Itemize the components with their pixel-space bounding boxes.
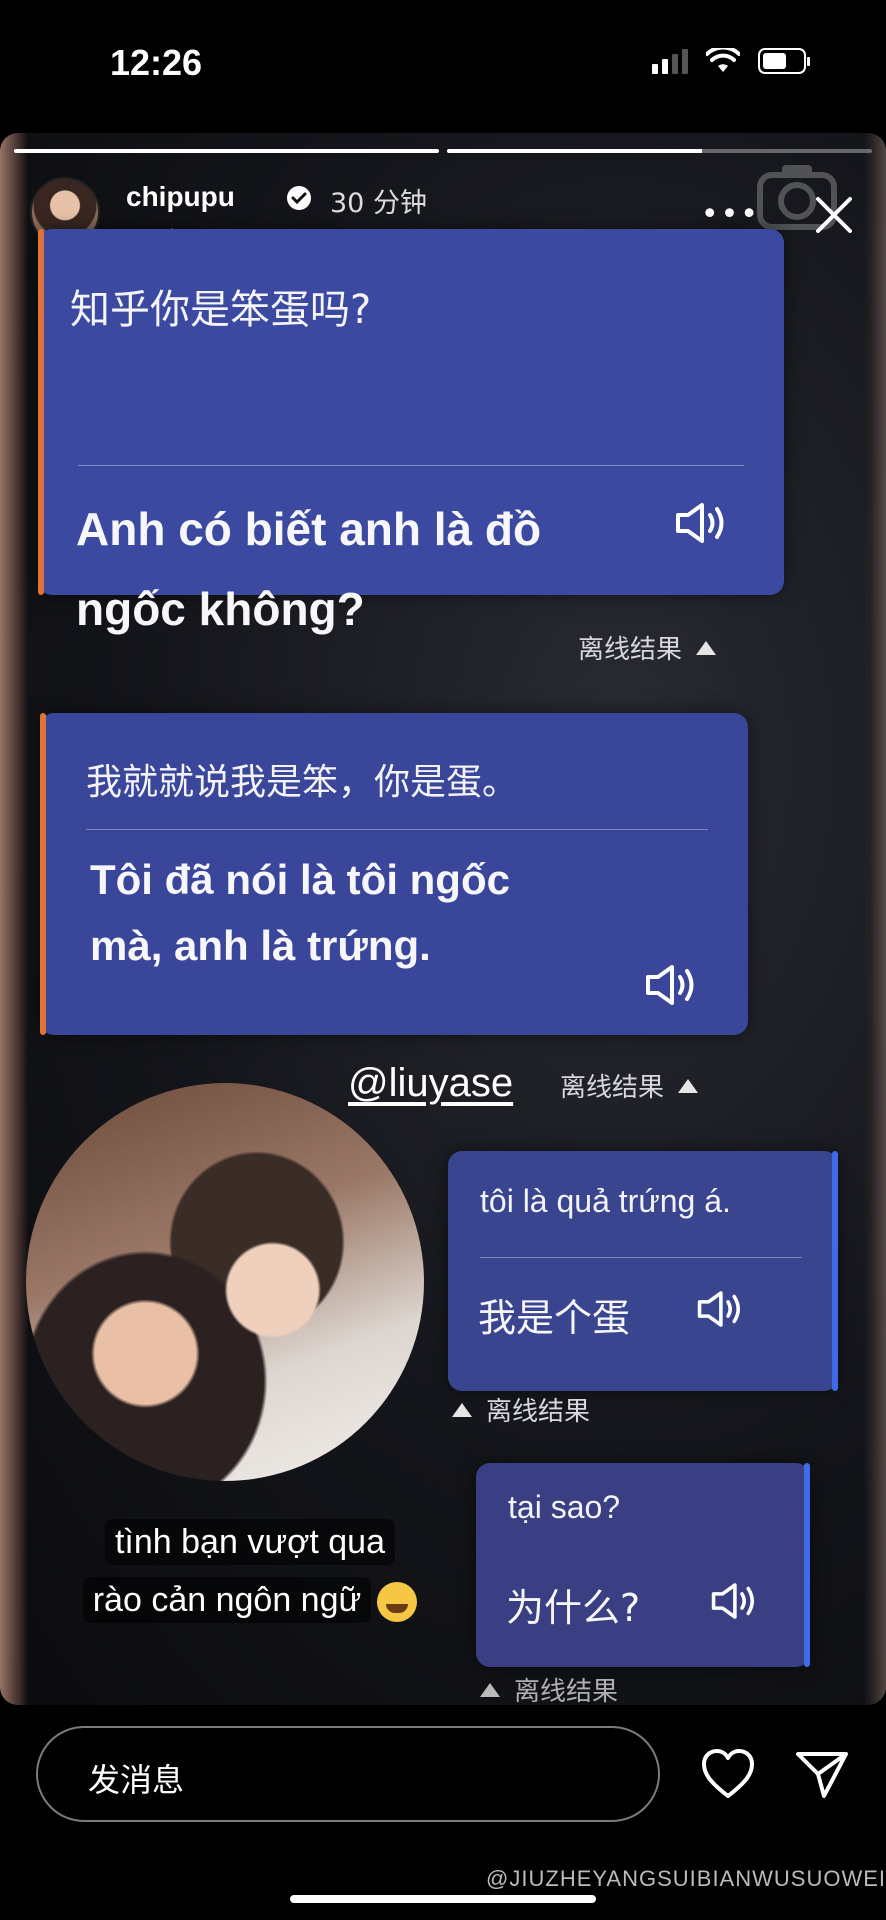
offline-result-toggle[interactable]: 离线结果 bbox=[578, 629, 717, 666]
card-source-text: 知乎你是笨蛋吗? bbox=[70, 287, 372, 333]
message-placeholder: 发消息 bbox=[88, 1761, 185, 1799]
card-source-text: tại sao? bbox=[508, 1489, 621, 1525]
translation-card: 知乎你是笨蛋吗? Anh có biết anh là đồ ngốc khôn… bbox=[38, 229, 784, 635]
grin-emoji-icon bbox=[377, 1582, 418, 1623]
card-source-text: tôi là quả trứng á. bbox=[480, 1183, 731, 1219]
status-icons bbox=[652, 48, 810, 74]
speaker-icon[interactable] bbox=[674, 501, 728, 545]
card-translated-text: Anh có biết anh là đồ ngốc không? bbox=[76, 503, 542, 635]
card-source-text: 我就就说我是笨，你是蛋。 bbox=[86, 762, 519, 803]
speaker-icon[interactable] bbox=[644, 963, 698, 1007]
speaker-icon[interactable] bbox=[696, 1289, 744, 1329]
offline-result-label: 离线结果 bbox=[486, 1397, 591, 1427]
username[interactable]: chipupu bbox=[126, 181, 235, 213]
card-translated-text: 为什么? bbox=[506, 1586, 641, 1630]
caption-line-2: rào cản ngôn ngữ bbox=[82, 1577, 372, 1623]
offline-result-toggle[interactable]: 离线结果 bbox=[560, 1067, 699, 1104]
triangle-up-icon bbox=[696, 640, 717, 655]
translation-card: tại sao? 为什么? bbox=[476, 1463, 810, 1667]
offline-result-label: 离线结果 bbox=[578, 635, 683, 665]
translation-card: tôi là quả trứng á. 我是个蛋 bbox=[448, 1151, 838, 1391]
story-progress-segment bbox=[14, 149, 439, 153]
verified-icon bbox=[287, 186, 311, 210]
offline-result-label: 离线结果 bbox=[514, 1677, 619, 1705]
time-ago: 30 分钟 bbox=[330, 188, 427, 219]
caption-line-1: tình bạn vượt qua bbox=[104, 1519, 395, 1565]
story-progress-segment bbox=[447, 149, 872, 153]
heart-icon[interactable] bbox=[700, 1748, 756, 1800]
watermark-text: @JIUZHEYANGSUIBIANWUSUOWEI bbox=[486, 1866, 886, 1891]
friends-photo bbox=[26, 1083, 424, 1481]
status-time: 12:26 bbox=[110, 42, 203, 83]
triangle-up-icon bbox=[452, 1402, 472, 1417]
card-divider bbox=[78, 465, 744, 466]
story-view[interactable]: chipupu 30 分钟 查看翻译 › ••• 知乎你是笨蛋吗? Anh có… bbox=[0, 133, 886, 1705]
triangle-up-icon bbox=[480, 1682, 500, 1697]
offline-result-toggle[interactable]: 离线结果 bbox=[480, 1671, 618, 1705]
story-progress bbox=[14, 149, 872, 153]
more-icon[interactable]: ••• bbox=[701, 197, 760, 232]
card-translated-text: Tôi đã nói là tôi ngốc mà, anh là trứng. bbox=[90, 856, 510, 969]
card-translated-text: 我是个蛋 bbox=[478, 1296, 631, 1340]
speaker-icon[interactable] bbox=[710, 1581, 758, 1621]
send-icon[interactable] bbox=[794, 1748, 850, 1800]
triangle-up-icon bbox=[678, 1078, 699, 1093]
close-icon[interactable] bbox=[812, 193, 856, 237]
translation-card: 我就就说我是笨，你是蛋。 Tôi đã nói là tôi ngốc mà, … bbox=[40, 713, 748, 1035]
offline-result-label: 离线结果 bbox=[560, 1073, 665, 1103]
mention-link[interactable]: @liuyase bbox=[348, 1061, 513, 1106]
signal-icon bbox=[652, 48, 688, 74]
card-divider bbox=[86, 829, 708, 830]
home-indicator bbox=[290, 1895, 596, 1903]
offline-result-toggle[interactable]: 离线结果 bbox=[452, 1391, 590, 1428]
story-caption: tình bạn vượt qua rào cản ngôn ngữ bbox=[80, 1513, 420, 1629]
message-input[interactable]: 发消息 bbox=[36, 1726, 660, 1822]
card-divider bbox=[480, 1257, 802, 1258]
wifi-icon bbox=[706, 48, 740, 72]
battery-icon bbox=[758, 48, 810, 74]
